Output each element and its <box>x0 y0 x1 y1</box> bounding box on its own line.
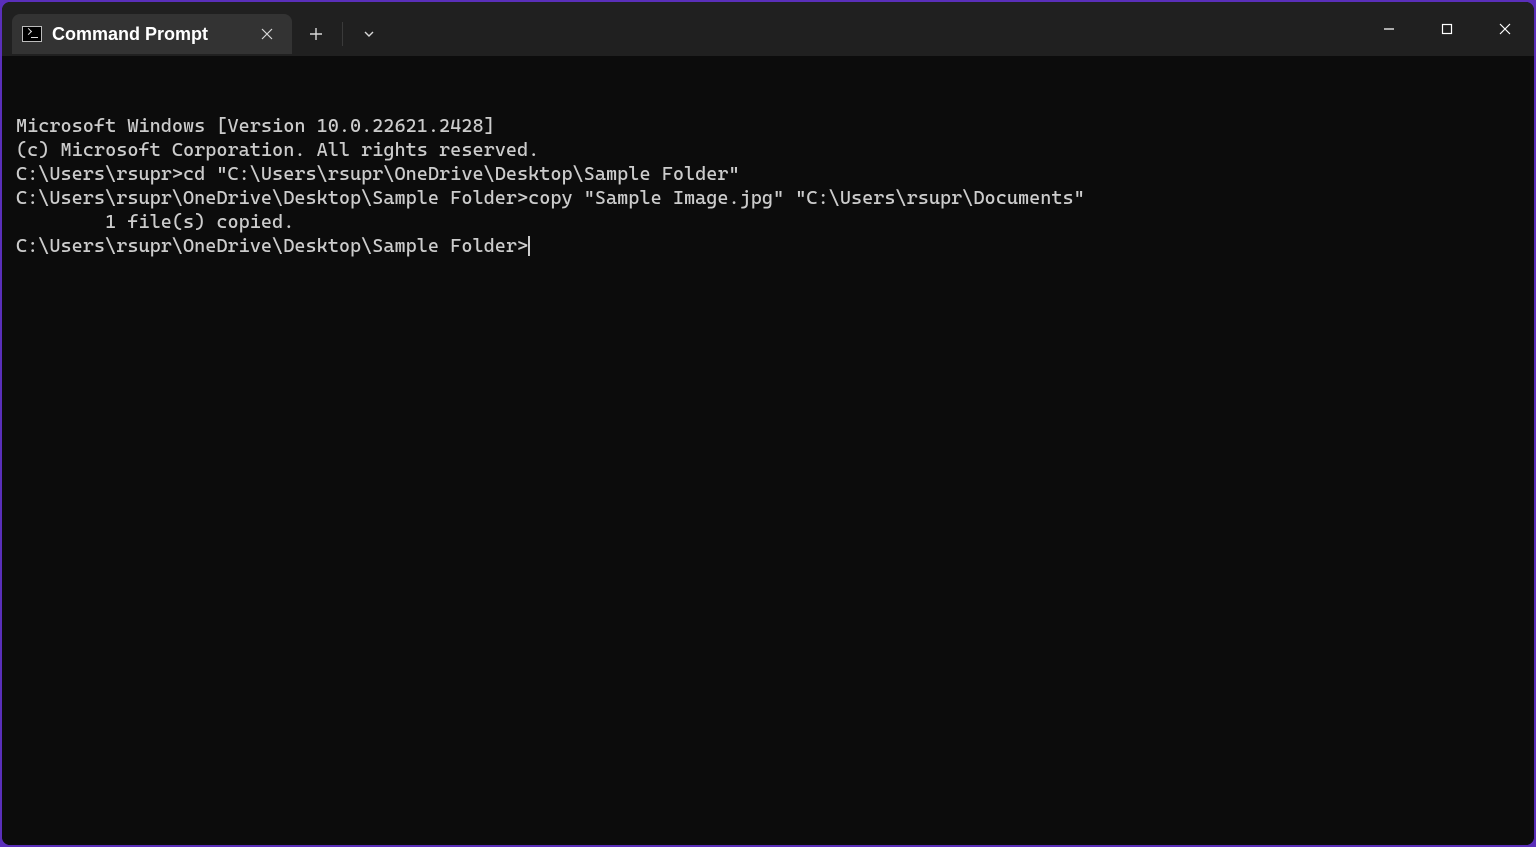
title-bar[interactable]: Command Prompt <box>2 2 1534 56</box>
tab-dropdown-button[interactable] <box>349 14 389 54</box>
terminal-line: C:\Users\rsupr\OneDrive\Desktop\Sample F… <box>16 234 1528 258</box>
tab-close-button[interactable] <box>256 23 278 45</box>
cmd-icon <box>22 26 42 42</box>
chevron-down-icon <box>363 28 375 40</box>
close-icon <box>1499 23 1511 35</box>
plus-icon <box>309 27 323 41</box>
tab-title: Command Prompt <box>52 24 246 45</box>
terminal-line: C:\Users\rsupr>cd "C:\Users\rsupr\OneDri… <box>16 162 1528 186</box>
terminal-lines: Microsoft Windows [Version 10.0.22621.24… <box>16 114 1528 258</box>
minimize-icon <box>1383 23 1395 35</box>
terminal-output[interactable]: Microsoft Windows [Version 10.0.22621.24… <box>2 56 1534 845</box>
window-close-button[interactable] <box>1476 7 1534 51</box>
new-tab-button[interactable] <box>296 14 336 54</box>
window-controls <box>1360 2 1534 56</box>
maximize-icon <box>1441 23 1453 35</box>
terminal-line: 1 file(s) copied. <box>16 210 1528 234</box>
tab-command-prompt[interactable]: Command Prompt <box>12 14 292 54</box>
tabs-area: Command Prompt <box>12 2 389 56</box>
terminal-line: C:\Users\rsupr\OneDrive\Desktop\Sample F… <box>16 186 1528 210</box>
terminal-line: Microsoft Windows [Version 10.0.22621.24… <box>16 114 1528 138</box>
terminal-line: (c) Microsoft Corporation. All rights re… <box>16 138 1528 162</box>
text-cursor <box>528 236 530 256</box>
minimize-button[interactable] <box>1360 7 1418 51</box>
close-icon <box>261 28 273 40</box>
maximize-button[interactable] <box>1418 7 1476 51</box>
window-frame: Command Prompt <box>0 0 1536 847</box>
toolbar-divider <box>342 22 343 46</box>
